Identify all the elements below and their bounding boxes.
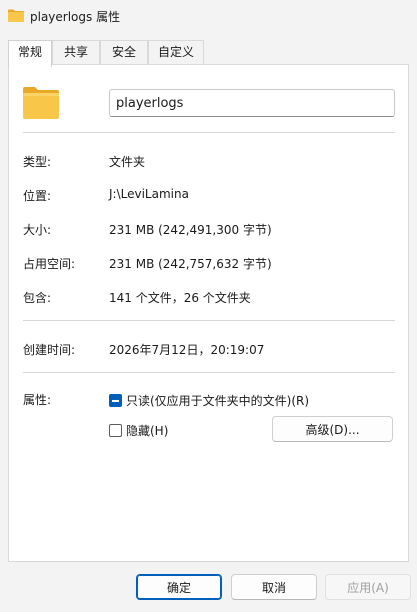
tab-sharing[interactable]: 共享 — [52, 40, 100, 65]
contains-value: 141 个文件，26 个文件夹 — [109, 291, 251, 305]
advanced-button[interactable]: 高级(D)... — [272, 416, 393, 442]
readonly-label: 只读(仅应用于文件夹中的文件)(R) — [126, 393, 310, 408]
disk-size-value: 231 MB (242,757,632 字节) — [109, 257, 272, 271]
general-tab-panel: 类型: 文件夹 位置: J:\LeviLamina 大小: 231 MB (24… — [8, 64, 409, 562]
hidden-checkbox-row[interactable]: 隐藏(H) — [109, 422, 168, 438]
attributes-label: 属性: — [23, 393, 52, 407]
type-value: 文件夹 — [109, 155, 146, 169]
location-value: J:\LeviLamina — [109, 187, 189, 201]
divider — [23, 372, 395, 373]
type-label: 类型: — [23, 155, 52, 169]
readonly-checkbox[interactable] — [109, 393, 122, 407]
window-title: playerlogs 属性 — [30, 10, 121, 24]
location-label: 位置: — [23, 189, 52, 203]
tab-customize[interactable]: 自定义 — [148, 40, 204, 65]
created-label: 创建时间: — [23, 343, 76, 357]
folder-name-input[interactable] — [109, 89, 395, 117]
title-bar: playerlogs 属性 — [0, 0, 417, 32]
hidden-checkbox[interactable] — [109, 423, 122, 437]
divider — [23, 320, 395, 321]
ok-button[interactable]: 确定 — [136, 574, 222, 600]
readonly-checkbox-row[interactable]: 只读(仅应用于文件夹中的文件)(R) — [109, 392, 309, 408]
folder-icon — [23, 87, 59, 119]
contains-label: 包含: — [23, 291, 52, 305]
folder-icon — [8, 9, 24, 22]
hidden-label: 隐藏(H) — [126, 423, 169, 438]
tab-general[interactable]: 常规 — [8, 40, 52, 67]
created-value: 2026年7月12日，20:19:07 — [109, 343, 265, 357]
divider — [23, 132, 395, 133]
size-value: 231 MB (242,491,300 字节) — [109, 223, 272, 237]
size-label: 大小: — [23, 223, 52, 237]
cancel-button[interactable]: 取消 — [231, 574, 317, 600]
apply-button: 应用(A) — [325, 574, 411, 600]
tab-security[interactable]: 安全 — [100, 40, 148, 65]
disk-size-label: 占用空间: — [23, 257, 76, 271]
